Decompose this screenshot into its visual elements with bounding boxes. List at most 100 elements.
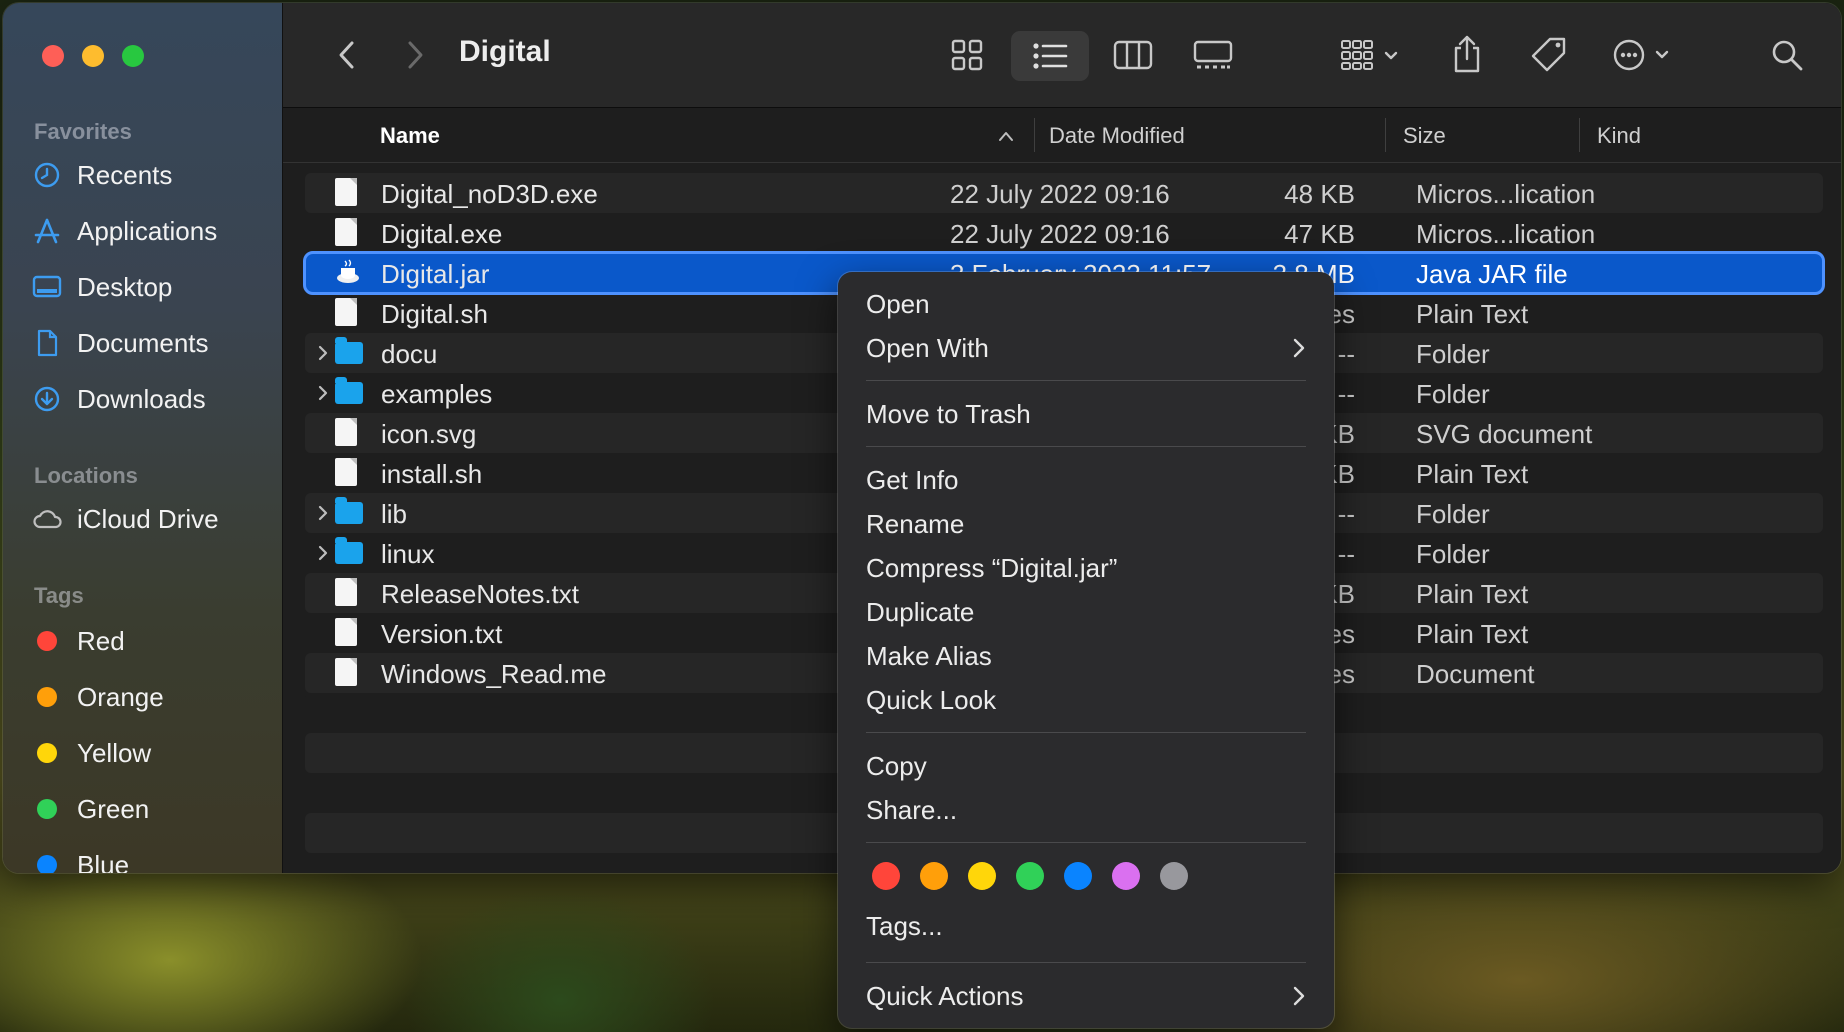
tag-icon: [1531, 37, 1566, 72]
search-icon: [1772, 40, 1803, 71]
menu-item-compress[interactable]: Compress “Digital.jar”: [866, 548, 1306, 588]
menu-item-quick-look[interactable]: Quick Look: [866, 680, 1306, 720]
close-window-button[interactable]: [42, 45, 64, 67]
menu-item-open[interactable]: Open: [866, 284, 1306, 324]
share-button[interactable]: [1445, 29, 1489, 79]
menu-item-label: Quick Look: [866, 684, 997, 715]
sidebar-item-label: Recents: [77, 159, 173, 190]
file-icon: [335, 218, 361, 248]
sidebar-item-label: Documents: [77, 327, 209, 358]
applications-icon: [31, 215, 63, 247]
sidebar-section-tags: Tags: [34, 583, 84, 608]
list-view-button[interactable]: [1011, 31, 1089, 81]
menu-item-quick-actions[interactable]: Quick Actions: [866, 976, 1306, 1016]
file-name: ReleaseNotes.txt: [381, 579, 579, 609]
column-header-date-modified[interactable]: Date Modified: [1049, 123, 1185, 149]
sidebar-section-locations: Locations: [34, 463, 138, 488]
menu-item-label: Open: [866, 288, 930, 319]
menu-item-share[interactable]: Share...: [866, 790, 1306, 830]
column-divider[interactable]: [1579, 118, 1580, 152]
back-button[interactable]: [327, 33, 367, 77]
share-icon: [1454, 35, 1480, 73]
file-row[interactable]: Digital.exe 22 July 2022 09:16 47 KB Mic…: [305, 213, 1823, 253]
file-icon: [335, 418, 361, 448]
tag-color-dot: [37, 743, 57, 763]
sidebar-item-applications[interactable]: Applications: [31, 209, 271, 253]
forward-button[interactable]: [395, 33, 435, 77]
file-name: install.sh: [381, 459, 483, 489]
file-name: Digital.exe: [381, 219, 503, 249]
chevron-right-icon: [1293, 338, 1305, 358]
sidebar-tag-red[interactable]: Red: [31, 619, 271, 663]
tag-color-red[interactable]: [872, 862, 900, 890]
sidebar-tag-orange[interactable]: Orange: [31, 675, 271, 719]
column-divider[interactable]: [1385, 118, 1386, 152]
tag-color-purple[interactable]: [1112, 862, 1140, 890]
gallery-view-button[interactable]: [1189, 33, 1237, 77]
column-view-button[interactable]: [1109, 33, 1157, 77]
columns-icon: [1113, 40, 1153, 70]
sidebar-item-label: Applications: [77, 215, 218, 246]
file-icon: [335, 658, 361, 688]
disclosure-chevron-icon[interactable]: [315, 343, 331, 363]
icon-view-button[interactable]: [943, 33, 991, 77]
file-name: Version.txt: [381, 619, 503, 649]
file-size: 47 KB: [1284, 219, 1355, 249]
menu-item-tags[interactable]: Tags...: [866, 906, 1306, 946]
minimize-window-button[interactable]: [82, 45, 104, 67]
tag-color-dot: [37, 631, 57, 651]
menu-item-get-info[interactable]: Get Info: [866, 460, 1306, 500]
disclosure-chevron-icon[interactable]: [315, 543, 331, 563]
tag-color-green[interactable]: [1016, 862, 1044, 890]
column-header-name[interactable]: Name: [380, 123, 440, 149]
menu-item-rename[interactable]: Rename: [866, 504, 1306, 544]
menu-item-label: Tags...: [866, 910, 943, 941]
column-divider[interactable]: [1034, 118, 1035, 152]
zoom-window-button[interactable]: [122, 45, 144, 67]
file-size: --: [1337, 499, 1355, 529]
search-button[interactable]: [1765, 33, 1809, 77]
file-name: examples: [381, 379, 493, 409]
column-header: Name Date Modified Size Kind: [283, 108, 1841, 163]
download-icon: [31, 383, 63, 415]
sidebar-tag-blue[interactable]: Blue: [31, 843, 271, 873]
tag-color-orange[interactable]: [920, 862, 948, 890]
column-header-size[interactable]: Size: [1403, 123, 1446, 149]
more-actions-button[interactable]: [1605, 33, 1681, 77]
file-date: 22 July 2022 09:16: [950, 219, 1170, 249]
disclosure-chevron-icon[interactable]: [315, 383, 331, 403]
menu-item-duplicate[interactable]: Duplicate: [866, 592, 1306, 632]
file-name: Digital.jar: [381, 259, 490, 289]
file-name: Windows_Read.me: [381, 659, 607, 689]
sidebar-item-documents[interactable]: Documents: [31, 321, 271, 365]
tags-button[interactable]: [1525, 31, 1573, 79]
sidebar-item-icloud-drive[interactable]: iCloud Drive: [31, 497, 271, 541]
menu-item-move-to-trash[interactable]: Move to Trash: [866, 394, 1306, 434]
tag-color-gray[interactable]: [1160, 862, 1188, 890]
menu-item-label: Duplicate: [866, 596, 975, 627]
tag-color-dot: [37, 855, 57, 873]
tag-color-yellow[interactable]: [968, 862, 996, 890]
file-kind: Java JAR file: [1416, 259, 1568, 289]
file-kind: Folder: [1416, 379, 1490, 409]
sidebar-item-label: Yellow: [77, 737, 152, 768]
menu-item-open-with[interactable]: Open With: [866, 328, 1306, 368]
menu-item-label: Rename: [866, 508, 965, 539]
disclosure-chevron-icon[interactable]: [315, 503, 331, 523]
tag-color-blue[interactable]: [1064, 862, 1092, 890]
menu-item-copy[interactable]: Copy: [866, 746, 1306, 786]
menu-item-make-alias[interactable]: Make Alias: [866, 636, 1306, 676]
sidebar-item-desktop[interactable]: Desktop: [31, 265, 271, 309]
sidebar-item-downloads[interactable]: Downloads: [31, 377, 271, 421]
ellipsis-circle-icon: [1613, 39, 1669, 71]
file-row[interactable]: Digital_noD3D.exe 22 July 2022 09:16 48 …: [305, 173, 1823, 213]
sidebar-tag-yellow[interactable]: Yellow: [31, 731, 271, 775]
sidebar-item-recents[interactable]: Recents: [31, 153, 271, 197]
sidebar-tag-green[interactable]: Green: [31, 787, 271, 831]
tag-color-picker: [872, 862, 1188, 890]
column-header-kind[interactable]: Kind: [1597, 123, 1641, 149]
clock-icon: [31, 159, 63, 191]
folder-icon: [335, 537, 363, 568]
sidebar-item-label: Green: [77, 793, 150, 824]
group-by-button[interactable]: [1333, 33, 1409, 77]
